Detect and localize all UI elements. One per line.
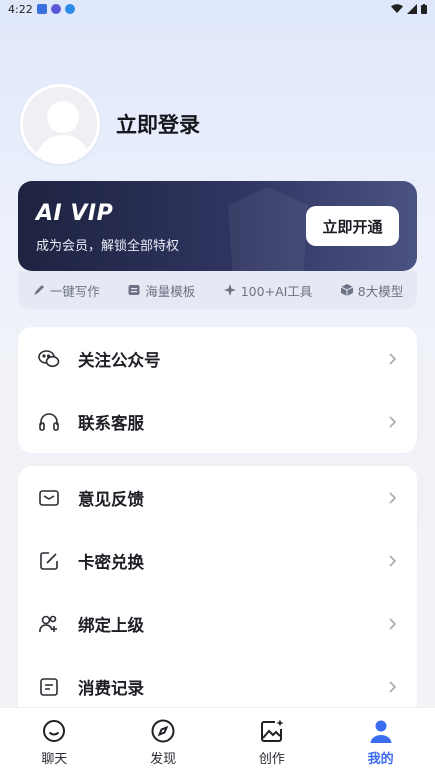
status-right <box>391 4 427 14</box>
vip-activate-button[interactable]: 立即开通 <box>306 206 399 246</box>
user-icon <box>370 720 392 743</box>
chat-icon <box>43 720 66 742</box>
tab-label: 发现 <box>150 752 177 767</box>
login-link[interactable]: 立即登录 <box>116 109 200 139</box>
cube-icon <box>340 284 354 296</box>
wifi-icon <box>391 4 403 13</box>
feature-item: 一键写作 <box>32 281 100 300</box>
app-notification-icon <box>36 4 47 14</box>
mail-icon <box>36 485 62 511</box>
menu-item-redeem-code[interactable]: 卡密兑换 <box>18 529 417 592</box>
feature-label: 100+AI工具 <box>240 283 313 299</box>
feature-item: 海量模板 <box>127 281 195 300</box>
menu-item-customer-service[interactable]: 联系客服 <box>18 390 417 453</box>
feature-item: 100+AI工具 <box>223 281 313 300</box>
chevron-right-icon <box>389 352 397 365</box>
chevron-right-icon <box>389 554 397 567</box>
vip-subtitle: 成为会员，解锁全部特权 <box>36 239 180 254</box>
menu-item-feedback[interactable]: 意见反馈 <box>18 466 417 529</box>
tab-discover[interactable]: 发现 <box>123 717 203 767</box>
template-icon <box>128 285 140 295</box>
tab-label: 创作 <box>258 752 285 767</box>
image-create-icon <box>260 719 284 742</box>
chevron-right-icon <box>389 617 397 630</box>
headset-icon <box>36 409 62 435</box>
vip-title: AI VIP <box>36 201 114 226</box>
vip-card[interactable]: AI VIP 成为会员，解锁全部特权 立即开通 <box>18 181 417 271</box>
sparkle-icon <box>223 284 236 296</box>
menu-item-label: 绑定上级 <box>78 615 144 635</box>
feature-label: 一键写作 <box>49 283 100 299</box>
wechat-icon <box>36 346 62 372</box>
tab-create[interactable]: 创作 <box>232 717 312 767</box>
chevron-right-icon <box>389 680 397 693</box>
bottom-tab-bar: 聊天 发现 创作 我的 <box>0 707 435 773</box>
profile-header[interactable]: 立即登录 <box>20 84 200 164</box>
tab-mine[interactable]: 我的 <box>341 717 421 767</box>
status-left: 4:22 <box>8 3 75 16</box>
moon-icon <box>50 4 61 14</box>
tab-label: 聊天 <box>41 752 68 767</box>
feature-label: 8大模型 <box>357 283 404 299</box>
tab-chat[interactable]: 聊天 <box>14 717 94 767</box>
avatar-body-shape <box>35 135 91 161</box>
chevron-right-icon <box>389 491 397 504</box>
edit-icon <box>36 548 62 574</box>
tab-label: 我的 <box>367 752 394 767</box>
feature-label: 海量模板 <box>145 283 196 299</box>
menu-card-social: 关注公众号 联系客服 <box>18 327 417 453</box>
avatar-head-shape <box>47 101 79 133</box>
menu-item-label: 卡密兑换 <box>78 552 144 572</box>
crown-decoration <box>228 187 308 271</box>
download-icon <box>64 4 75 14</box>
menu-card-account: 意见反馈 卡密兑换 绑定上级 消费记录 <box>18 466 417 716</box>
menu-item-label: 关注公众号 <box>78 350 161 370</box>
menu-item-bind-referrer[interactable]: 绑定上级 <box>18 592 417 655</box>
users-icon <box>36 611 62 637</box>
menu-item-follow-account[interactable]: 关注公众号 <box>18 327 417 390</box>
status-bar: 4:22 <box>0 0 435 18</box>
menu-item-label: 消费记录 <box>78 678 144 698</box>
document-icon <box>36 674 62 700</box>
chevron-right-icon <box>389 415 397 428</box>
compass-icon <box>151 719 175 743</box>
menu-item-label: 意见反馈 <box>78 489 144 509</box>
signal-icon <box>407 4 417 14</box>
avatar[interactable] <box>20 84 100 164</box>
vip-features-strip: 一键写作 海量模板 100+AI工具 8大模型 <box>18 271 417 309</box>
feature-item: 8大模型 <box>340 281 403 300</box>
pen-icon <box>33 285 44 295</box>
battery-icon <box>421 4 427 14</box>
status-time: 4:22 <box>8 2 33 16</box>
menu-item-label: 联系客服 <box>78 413 144 433</box>
